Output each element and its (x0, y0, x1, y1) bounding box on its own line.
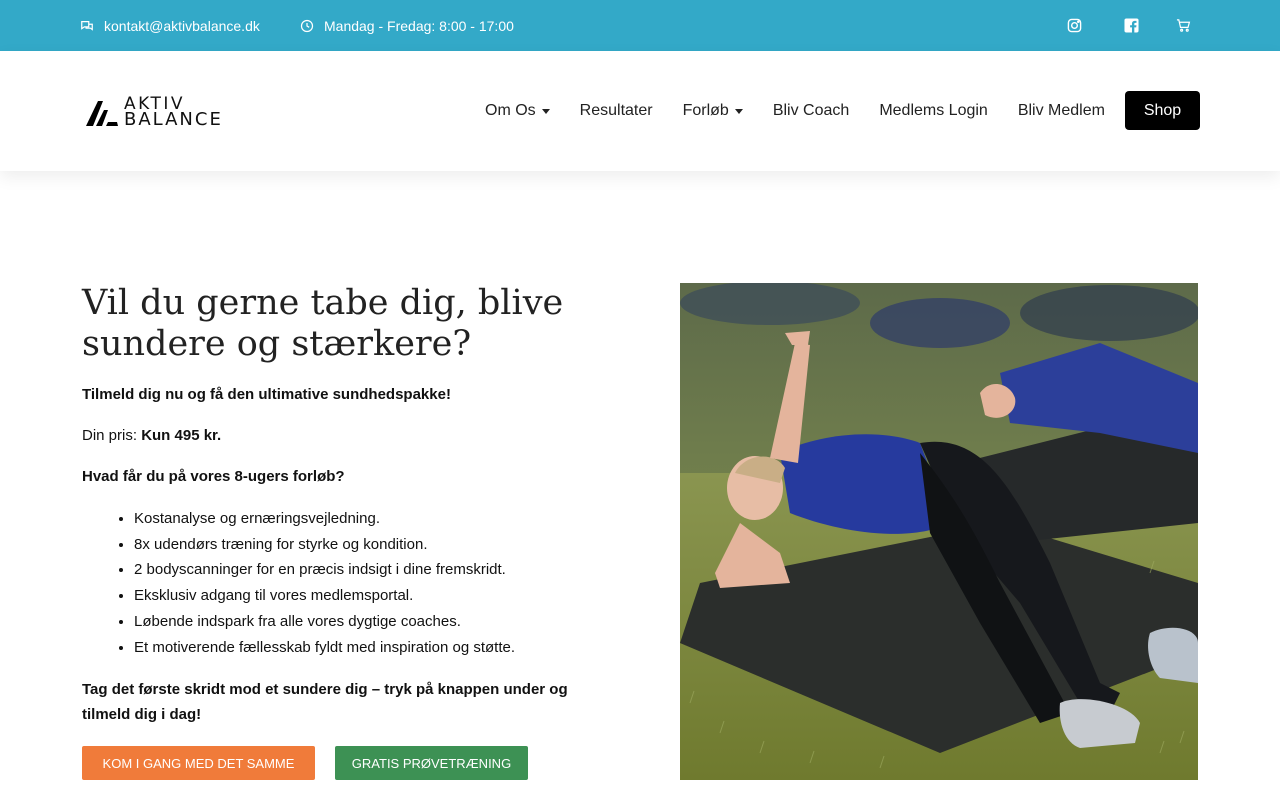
top-info-bar: kontakt@aktivbalance.dk Mandag - Fredag:… (0, 0, 1280, 51)
workout-photo-illustration (680, 283, 1198, 780)
price-line: Din pris: Kun 495 kr. (82, 427, 221, 444)
nav-item-om-os[interactable]: Om Os (485, 102, 550, 120)
list-item: 8x udendørs træning for styrke og kondit… (134, 532, 515, 558)
price-label: Din pris: (82, 427, 142, 444)
shopping-cart-icon (1176, 19, 1191, 32)
list-item: Eksklusiv adgang til vores medlemsportal… (134, 583, 515, 609)
nav-item-medlems-login[interactable]: Medlems Login (879, 102, 988, 120)
list-item: Løbende indspark fra alle vores dygtige … (134, 609, 515, 635)
caret-down-icon (734, 108, 743, 114)
facebook-link[interactable] (1124, 0, 1139, 51)
cta-text: Tag det første skridt mod et sundere dig… (82, 681, 568, 723)
logo-line-balance: BALANCE (124, 109, 223, 130)
course-question: Hvad får du på vores 8-ugers forløb? (82, 468, 345, 485)
nav-label[interactable]: Om Os (485, 102, 536, 120)
instagram-icon (1067, 18, 1082, 33)
nav-item-resultater[interactable]: Resultater (580, 102, 653, 120)
list-item: Et motiverende fællesskab fyldt med insp… (134, 635, 515, 661)
hero-subtitle: Tilmeld dig nu og få den ultimative sund… (82, 386, 451, 403)
logo-wordmark: AKTIV BALANCE (124, 96, 223, 130)
get-started-button[interactable]: KOM I GANG MED DET SAMME (82, 746, 315, 780)
contact-email[interactable]: kontakt@aktivbalance.dk (80, 0, 260, 51)
nav-item-bliv-coach[interactable]: Bliv Coach (773, 102, 849, 120)
nav-label[interactable]: Bliv Medlem (1018, 102, 1105, 120)
nav-label[interactable]: Forløb (683, 102, 729, 120)
shop-button[interactable]: Shop (1125, 91, 1200, 130)
hero-title: Vil du gerne tabe dig, blive sundere og … (82, 283, 564, 364)
nav-item-forlob[interactable]: Forløb (683, 102, 743, 120)
facebook-icon (1124, 18, 1139, 33)
opening-hours: Mandag - Fredag: 8:00 - 17:00 (300, 0, 514, 51)
nav-label[interactable]: Resultater (580, 102, 653, 120)
benefits-list: Kostanalyse og ernæringsvejledning. 8x u… (134, 506, 515, 660)
caret-down-icon (541, 108, 550, 114)
hours-text: Mandag - Fredag: 8:00 - 17:00 (324, 17, 514, 34)
free-trial-button[interactable]: GRATIS PRØVETRÆNING (335, 746, 528, 780)
hero-photo (680, 283, 1198, 780)
site-logo[interactable]: AKTIV BALANCE (84, 96, 234, 130)
list-item: Kostanalyse og ernæringsvejledning. (134, 506, 515, 532)
list-item: 2 bodyscanninger for en præcis indsigt i… (134, 557, 515, 583)
logo-mark-icon (86, 101, 118, 126)
main-navigation: Om Os Resultater Forløb Bliv Coach Medle… (485, 51, 1135, 171)
cart-link[interactable] (1176, 0, 1191, 51)
chat-icon (81, 20, 93, 31)
nav-label[interactable]: Medlems Login (879, 102, 988, 120)
email-text[interactable]: kontakt@aktivbalance.dk (104, 18, 260, 34)
clock-icon (300, 19, 314, 32)
price-value: Kun 495 kr. (141, 427, 222, 444)
instagram-link[interactable] (1067, 0, 1082, 51)
site-header: AKTIV BALANCE Om Os Resultater Forløb Bl… (0, 51, 1280, 171)
nav-item-bliv-medlem[interactable]: Bliv Medlem (1018, 102, 1105, 120)
nav-label[interactable]: Bliv Coach (773, 102, 849, 120)
